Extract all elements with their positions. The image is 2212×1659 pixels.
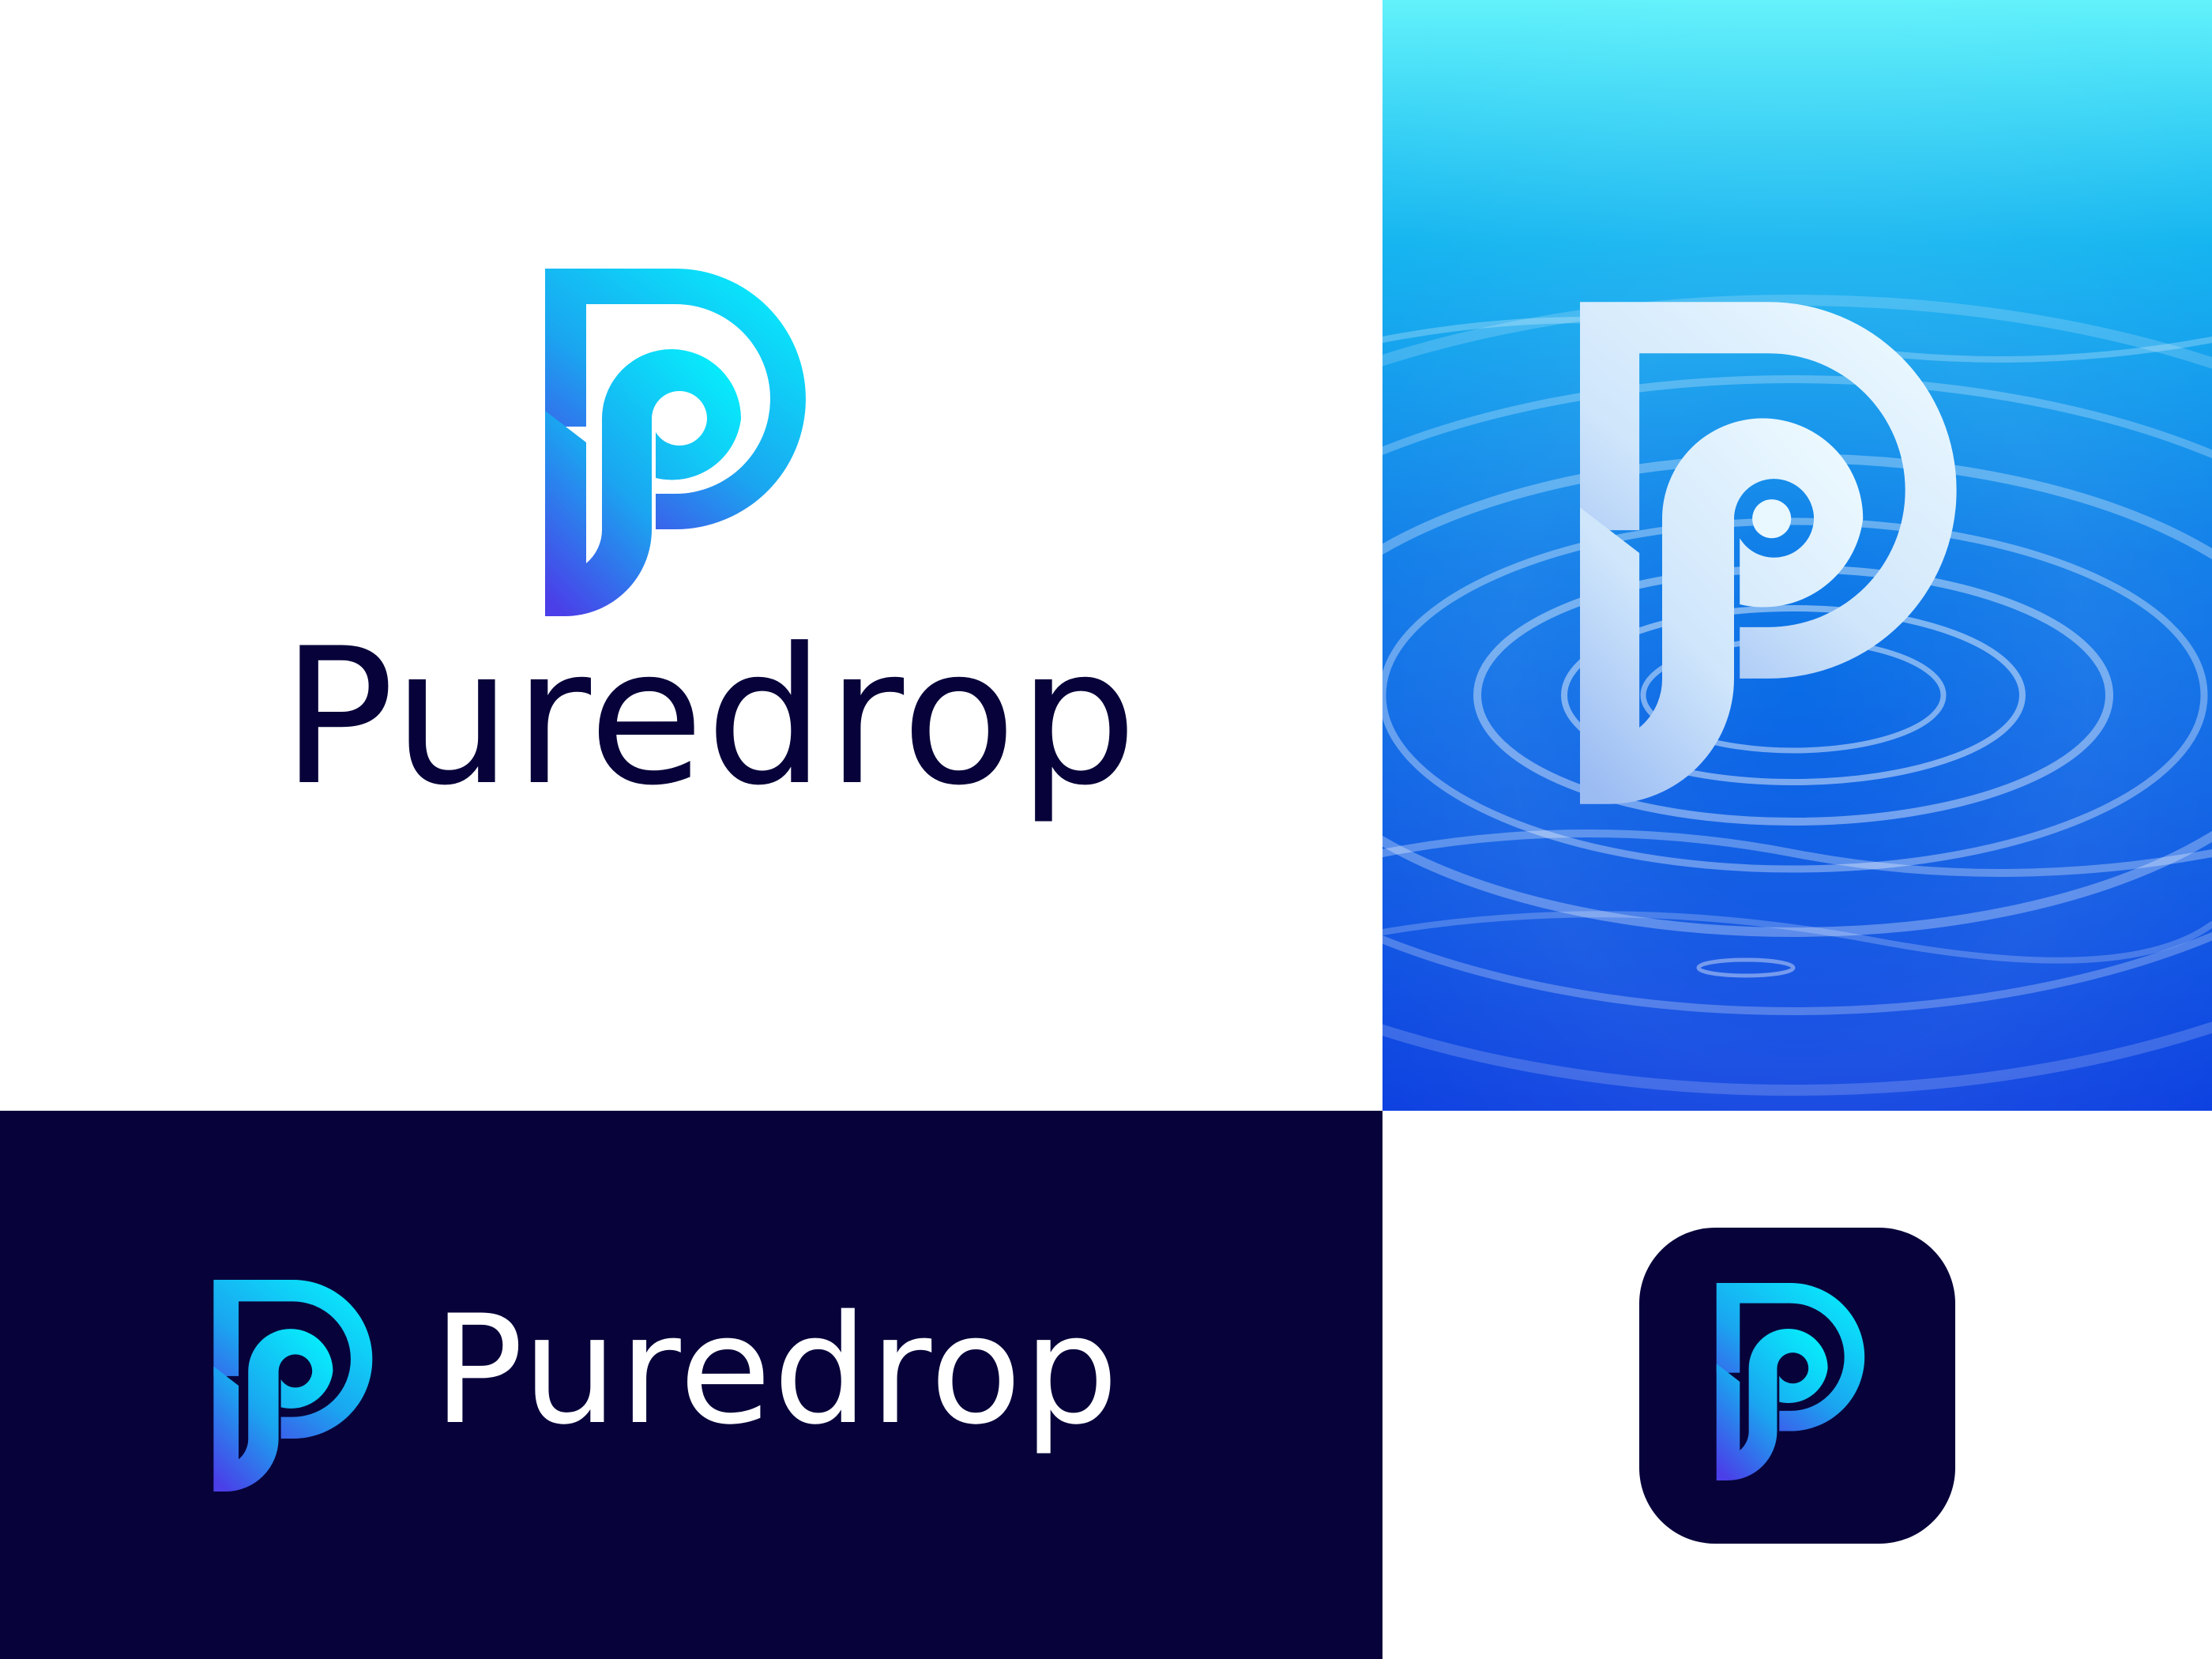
wordmark-main: Puredrop bbox=[281, 608, 1139, 827]
puredrop-logo-icon-on-navy bbox=[213, 1280, 373, 1492]
panel-logo-on-white: Puredrop bbox=[0, 0, 1382, 1111]
panel-logo-on-water bbox=[1382, 0, 2212, 1111]
puredrop-logo-icon bbox=[545, 269, 806, 616]
brand-board: Puredrop Puredrop bbox=[0, 0, 2212, 1659]
puredrop-logo-icon-glass bbox=[1580, 302, 1957, 804]
puredrop-logo-icon-in-app-icon bbox=[1716, 1283, 1865, 1480]
wordmark-on-navy: Puredrop bbox=[433, 1283, 1120, 1458]
